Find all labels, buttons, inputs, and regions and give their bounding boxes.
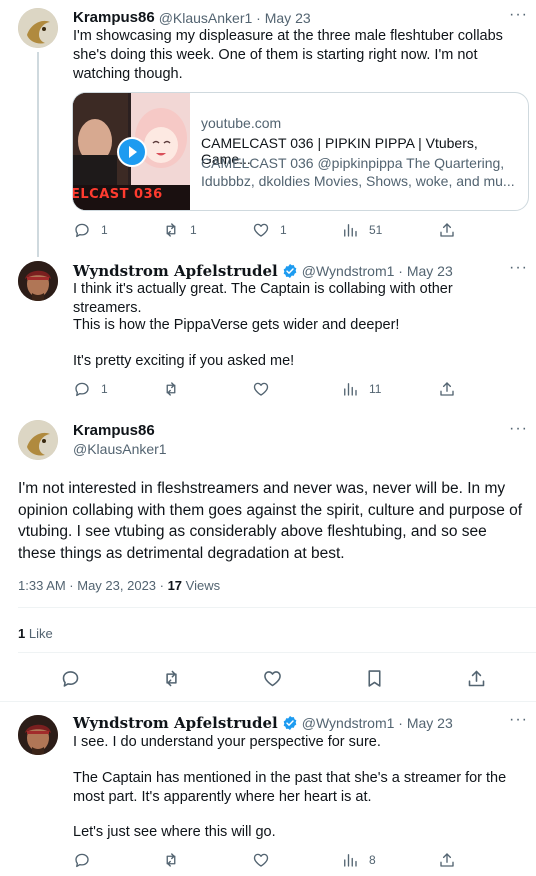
reply-count: 1 xyxy=(101,223,108,237)
retweet-count: 1 xyxy=(190,223,197,237)
retweet-button[interactable] xyxy=(161,668,182,689)
share-button[interactable] xyxy=(438,851,456,869)
retweet-button[interactable]: 1 xyxy=(162,221,197,239)
like-button[interactable] xyxy=(262,668,283,689)
play-icon[interactable] xyxy=(117,137,147,167)
more-icon[interactable]: ··· xyxy=(509,420,528,438)
video-thumbnail[interactable]: ELCAST 036 xyxy=(73,93,190,210)
more-icon[interactable]: ··· xyxy=(509,711,528,729)
reply-button[interactable] xyxy=(73,851,91,869)
author-name[interactable]: Krampus86 xyxy=(73,422,155,439)
verified-icon xyxy=(283,716,297,730)
reply-button[interactable]: 1 xyxy=(73,380,108,398)
bookmark-icon xyxy=(364,668,385,689)
views-button[interactable]: 51 xyxy=(341,221,382,239)
views-button[interactable]: 8 xyxy=(341,851,376,869)
tweet-text: It's pretty exciting if you asked me! xyxy=(73,353,295,369)
avatar[interactable] xyxy=(18,715,58,755)
tweet-text: I think it's actually great. The Captain… xyxy=(73,281,453,316)
link-card[interactable]: ELCAST 036 youtube.com CAMELCAST 036 | P… xyxy=(72,92,529,211)
view-count: 17 xyxy=(167,578,183,593)
tweet-text: I see. I do understand your perspective … xyxy=(73,734,381,750)
reply-icon xyxy=(73,851,91,869)
retweet-icon xyxy=(162,380,180,398)
card-description: Idubbbz, dkoldies Movies, Shows, woke, a… xyxy=(201,173,515,189)
bookmark-button[interactable] xyxy=(364,668,385,689)
retweet-button[interactable] xyxy=(162,380,180,398)
reply-icon xyxy=(73,221,91,239)
likes-summary[interactable]: 1 Like xyxy=(18,626,53,641)
reply-icon xyxy=(73,380,91,398)
like-button[interactable] xyxy=(252,380,270,398)
more-icon[interactable]: ··· xyxy=(509,259,528,277)
retweet-button[interactable] xyxy=(162,851,180,869)
reply-button[interactable]: 1 xyxy=(73,221,108,239)
avatar[interactable] xyxy=(18,420,58,460)
thumbnail-text: ELCAST 036 xyxy=(73,187,163,202)
views-label: Views xyxy=(182,578,221,593)
retweet-icon xyxy=(161,668,182,689)
like-count: 1 xyxy=(280,223,287,237)
divider xyxy=(0,701,536,702)
views-icon xyxy=(341,851,359,869)
share-icon xyxy=(466,668,487,689)
share-button[interactable] xyxy=(438,380,456,398)
views-icon xyxy=(341,221,359,239)
tweet-meta: 1:33 AM · May 23, 2023 · 17 Views xyxy=(18,578,220,593)
share-icon xyxy=(438,221,456,239)
verified-icon xyxy=(283,264,297,278)
views-icon xyxy=(341,380,359,398)
more-icon[interactable]: ··· xyxy=(509,6,528,24)
likes-label: Like xyxy=(25,626,53,641)
timestamp[interactable]: 1:33 AM · May 23, 2023 · xyxy=(18,578,168,593)
divider xyxy=(18,607,536,608)
like-button[interactable]: 1 xyxy=(252,221,287,239)
like-icon xyxy=(252,380,270,398)
handle-date[interactable]: @Wyndstrom1 · May 23 xyxy=(302,263,453,279)
share-icon xyxy=(438,380,456,398)
author-name[interactable]: Wyndstrom Apfelstrudel xyxy=(73,714,278,732)
views-button[interactable]: 11 xyxy=(341,380,381,398)
like-icon xyxy=(252,851,270,869)
avatar[interactable] xyxy=(18,261,58,301)
like-icon xyxy=(252,221,270,239)
handle-date[interactable]: @Wyndstrom1 · May 23 xyxy=(302,715,453,731)
share-button[interactable] xyxy=(438,221,456,239)
author-handle[interactable]: @KlausAnker1 xyxy=(73,441,167,457)
thread-line xyxy=(37,52,39,257)
tweet-text: I'm showcasing my displeasure at the thr… xyxy=(73,28,503,82)
like-button[interactable] xyxy=(252,851,270,869)
divider xyxy=(18,652,536,653)
avatar[interactable] xyxy=(18,8,58,48)
author-name[interactable]: Krampus86 xyxy=(73,9,155,26)
like-icon xyxy=(262,668,283,689)
tweet-text: Let's just see where this will go. xyxy=(73,824,276,840)
card-description: CAMELCAST 036 @pipkinpippa The Quarterin… xyxy=(201,155,505,171)
reply-button[interactable] xyxy=(60,668,81,689)
share-button[interactable] xyxy=(466,668,487,689)
handle-date[interactable]: @KlausAnker1 · May 23 xyxy=(159,10,311,26)
retweet-icon xyxy=(162,221,180,239)
tweet-text: This is how the PippaVerse gets wider an… xyxy=(73,317,400,333)
views-count: 11 xyxy=(369,382,382,396)
reply-icon xyxy=(60,668,81,689)
reply-count: 1 xyxy=(101,382,108,396)
tweet-text: The Captain has mentioned in the past th… xyxy=(73,770,507,805)
share-icon xyxy=(438,851,456,869)
retweet-icon xyxy=(162,851,180,869)
tweet-text: I'm not interested in fleshstreamers and… xyxy=(18,480,523,562)
card-domain: youtube.com xyxy=(201,115,282,131)
views-count: 8 xyxy=(369,853,376,867)
author-name[interactable]: Wyndstrom Apfelstrudel xyxy=(73,262,278,280)
views-count: 51 xyxy=(369,223,383,237)
